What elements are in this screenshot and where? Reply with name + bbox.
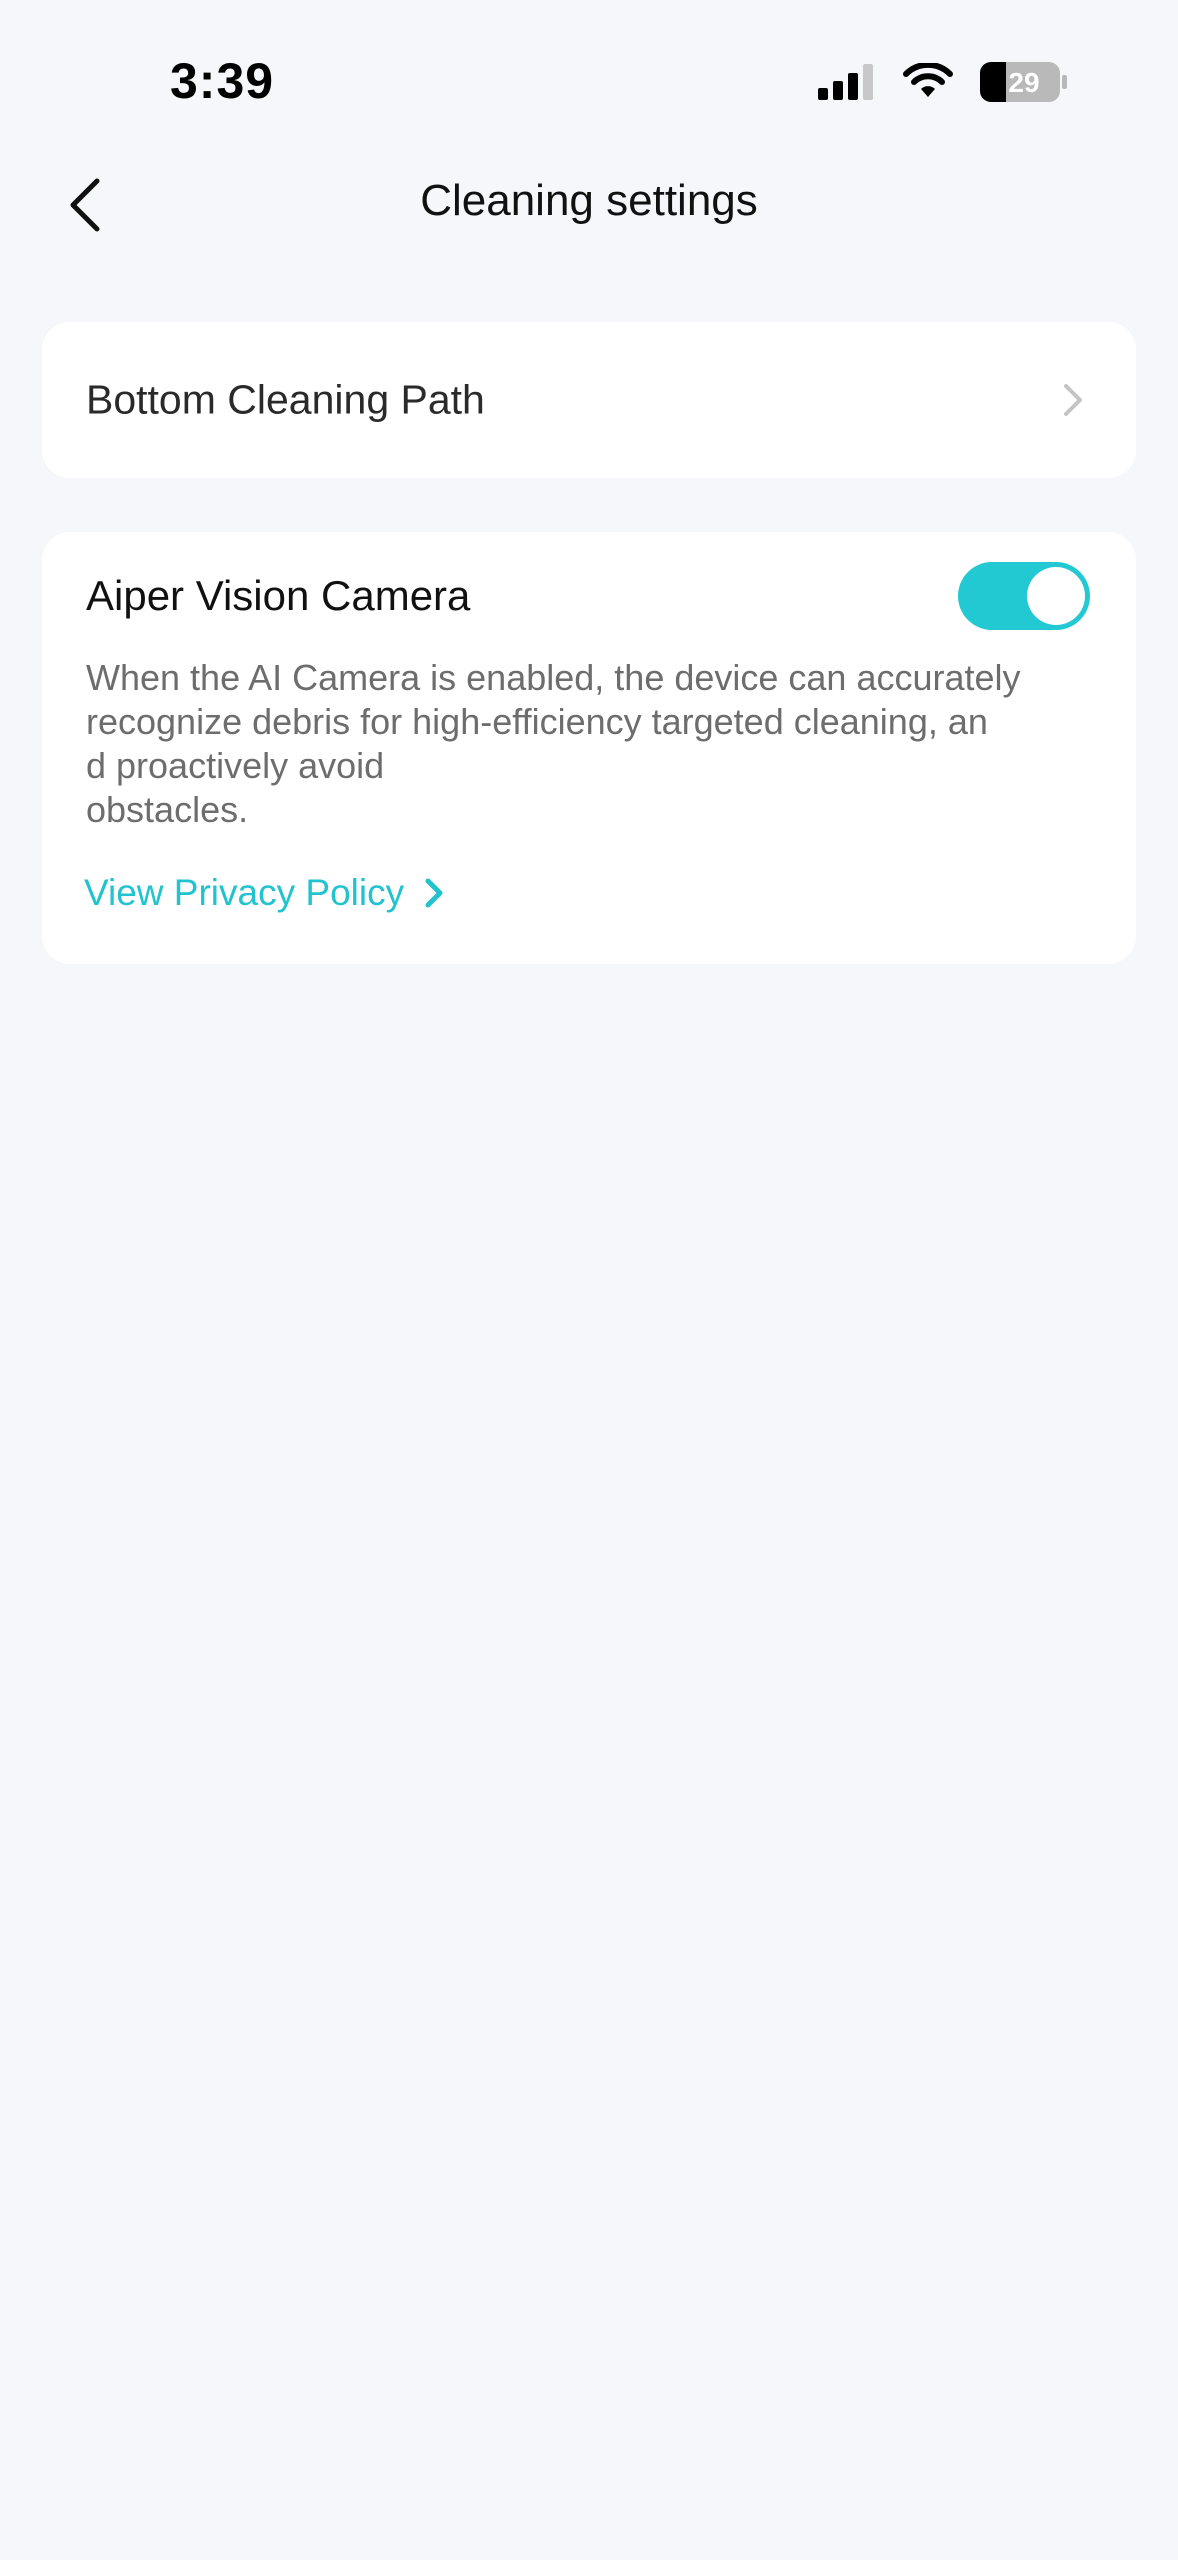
battery-level: 29	[1008, 67, 1039, 98]
chevron-right-icon	[425, 878, 443, 908]
bottom-cleaning-path-row[interactable]: Bottom Cleaning Path	[42, 322, 1136, 478]
vision-camera-description: When the AI Camera is enabled, the devic…	[86, 657, 1021, 830]
view-privacy-policy-link[interactable]: View Privacy Policy	[84, 872, 444, 914]
battery-icon: 29	[980, 62, 1067, 102]
status-time: 3:39	[170, 53, 275, 109]
signal-icon	[818, 64, 873, 100]
privacy-link-label: View Privacy Policy	[84, 872, 405, 913]
chevron-right-icon	[1064, 384, 1082, 416]
status-icons: 29	[818, 62, 1068, 102]
header: Cleaning settings	[0, 160, 1178, 250]
bottom-cleaning-path-label: Bottom Cleaning Path	[86, 376, 485, 423]
toggle-knob	[1027, 567, 1085, 625]
vision-camera-card: Aiper Vision Camera When the AI Camera i…	[42, 532, 1136, 964]
vision-camera-toggle[interactable]	[958, 562, 1090, 630]
page-title: Cleaning settings	[420, 176, 758, 225]
wifi-icon	[903, 63, 953, 97]
status-bar: 3:39 29	[0, 0, 1178, 150]
vision-camera-title: Aiper Vision Camera	[86, 572, 471, 619]
